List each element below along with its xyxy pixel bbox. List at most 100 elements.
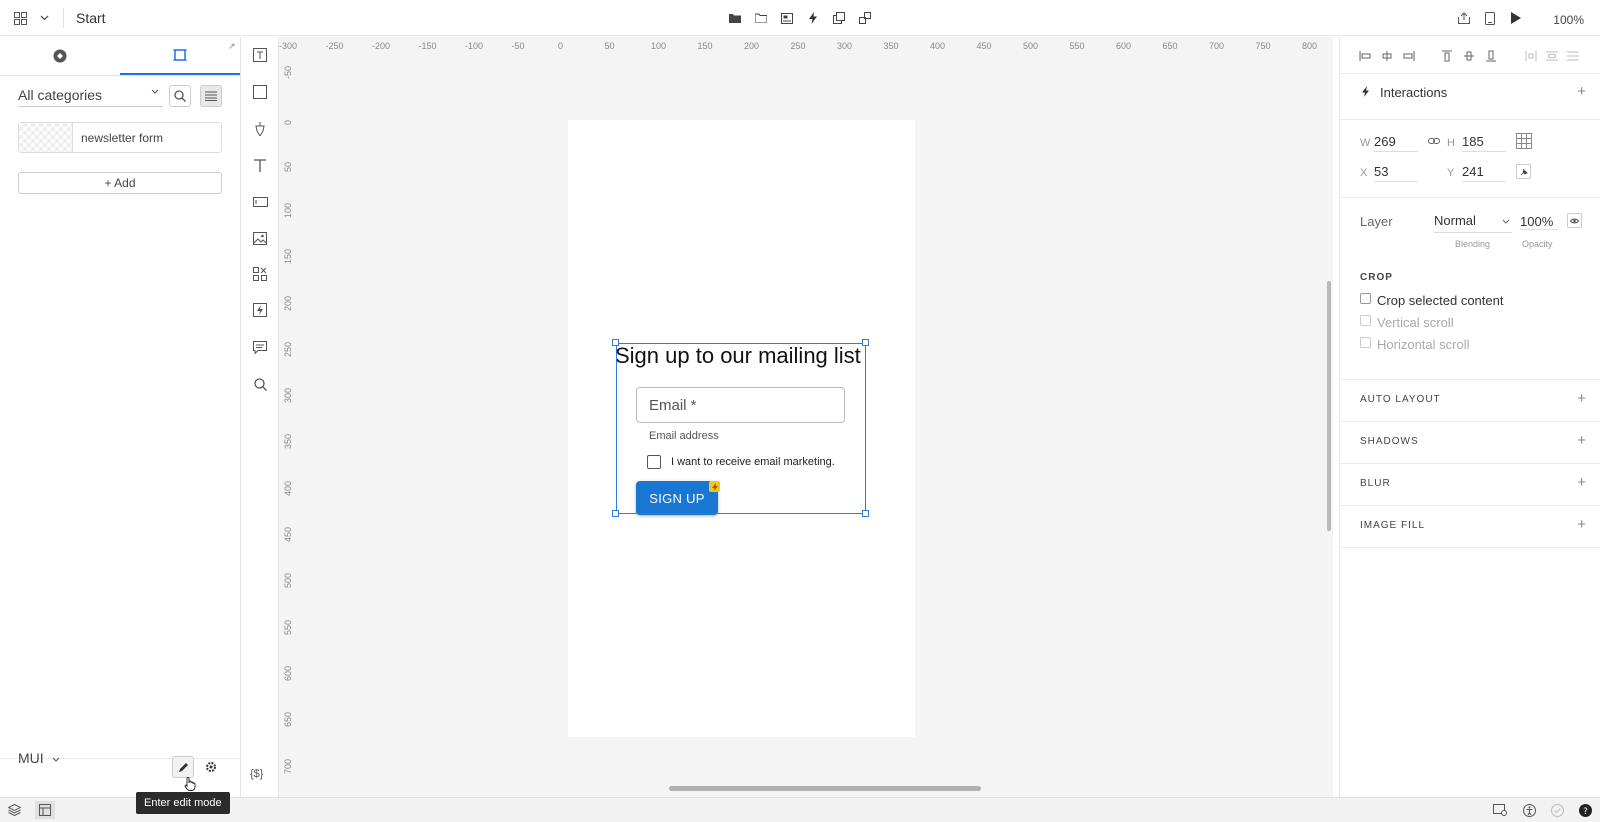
library-select[interactable]: MUI [18, 750, 60, 766]
y-input[interactable]: 241 [1462, 164, 1506, 182]
search-button[interactable] [169, 85, 191, 107]
tab-frame[interactable] [120, 37, 240, 75]
tidy-up-icon[interactable] [1566, 49, 1580, 63]
export-icon[interactable] [1456, 10, 1472, 26]
distribute-h-icon[interactable] [1524, 49, 1538, 63]
divider [63, 8, 64, 28]
shadows-section[interactable]: SHADOWS [1360, 436, 1419, 447]
input-tool-icon[interactable] [252, 194, 268, 210]
blur-section[interactable]: BLUR [1360, 478, 1391, 489]
page-title[interactable]: Start [76, 10, 106, 26]
layers-icon[interactable] [7, 803, 21, 817]
align-left-icon[interactable] [1358, 49, 1372, 63]
width-input[interactable]: 269 [1374, 134, 1418, 152]
pen-tool-icon[interactable] [252, 121, 268, 137]
rectangle-tool-icon[interactable] [252, 84, 268, 100]
distribute-v-icon[interactable] [1545, 49, 1559, 63]
check-status-icon[interactable] [1550, 803, 1564, 817]
resize-handle-sw[interactable] [612, 510, 619, 517]
ruler-tick-label: 250 [790, 41, 806, 51]
vertical-scrollbar[interactable] [1327, 281, 1331, 531]
accessibility-icon[interactable] [1522, 803, 1536, 817]
variables-button[interactable]: {$} [250, 768, 263, 780]
help-icon[interactable]: ? [1578, 803, 1592, 817]
ruler-tick-label: 0 [283, 120, 293, 126]
crop-content-checkbox[interactable] [1360, 293, 1371, 304]
ruler-tick-label: 50 [283, 161, 293, 172]
align-right-icon[interactable] [1402, 49, 1416, 63]
image-fill-section[interactable]: IMAGE FILL [1360, 520, 1425, 531]
height-input[interactable]: 185 [1462, 134, 1506, 152]
add-blur-icon[interactable]: + [1577, 474, 1586, 491]
list-view-button[interactable] [200, 85, 222, 107]
opacity-input[interactable]: 100% [1520, 214, 1558, 230]
left-panel: ↗ All categories newsletter form + Add M… [0, 37, 241, 797]
align-middle-v-icon[interactable] [1462, 49, 1476, 63]
auto-layout-section[interactable]: AUTO LAYOUT [1360, 394, 1441, 405]
copy-icon[interactable] [831, 10, 847, 26]
align-top-icon[interactable] [1440, 49, 1454, 63]
blending-caption: Blending [1455, 239, 1491, 249]
folder-icon[interactable] [727, 10, 743, 26]
text-tool-icon[interactable] [252, 157, 268, 173]
add-auto-layout-icon[interactable]: + [1577, 390, 1586, 407]
search-tool-icon[interactable] [252, 376, 268, 392]
grid-icon[interactable] [12, 10, 28, 26]
interactions-title: Interactions [1380, 85, 1448, 100]
ruler-tick-label: 650 [283, 712, 293, 728]
vertical-scroll-checkbox[interactable] [1360, 315, 1371, 326]
align-bottom-icon[interactable] [1484, 49, 1498, 63]
blending-select[interactable]: Normal [1434, 213, 1512, 233]
text-box-tool-icon[interactable] [252, 47, 268, 63]
position-lock-button[interactable] [1516, 164, 1531, 179]
eye-icon [1570, 218, 1579, 223]
ruler-tick-label: 450 [976, 41, 992, 51]
ruler-tick-label: -50 [511, 41, 525, 51]
horizontal-ruler: -300 -250 -200 -150 -100 -50 0 50 100 150 200 250 30… [279, 37, 1333, 55]
zoom-level[interactable]: 100% [1553, 13, 1584, 27]
align-center-h-icon[interactable] [1380, 49, 1394, 63]
add-shadow-icon[interactable]: + [1577, 432, 1586, 449]
canvas[interactable]: -300 -250 -200 -150 -100 -50 0 50 100 150 200 250 30… [279, 37, 1333, 797]
resize-handle-nw[interactable] [612, 339, 619, 346]
image-folder-icon[interactable] [753, 10, 769, 26]
ruler-tick-label: 600 [283, 665, 293, 681]
pages-icon[interactable] [35, 801, 55, 819]
image-tool-icon[interactable] [252, 230, 268, 246]
add-interaction-icon[interactable]: + [1577, 83, 1586, 100]
visibility-toggle[interactable] [1567, 213, 1582, 228]
component-card[interactable]: newsletter form [18, 122, 222, 153]
resize-handle-se[interactable] [862, 510, 869, 517]
edit-mode-button[interactable] [172, 756, 194, 778]
expand-icon[interactable]: ↗ [228, 41, 236, 52]
x-input[interactable]: 53 [1374, 164, 1418, 182]
chevron-down-icon[interactable] [36, 10, 52, 26]
gallery-icon[interactable] [779, 10, 795, 26]
link-icon[interactable] [857, 10, 873, 26]
library-select-value: MUI [18, 750, 44, 766]
lightning-icon[interactable] [805, 10, 821, 26]
add-button[interactable]: + Add [18, 172, 222, 194]
horizontal-scrollbar[interactable] [669, 786, 981, 791]
crop-section-title: CROP [1360, 272, 1393, 283]
ruler-tick-label: 600 [1116, 41, 1132, 51]
settings-button[interactable] [200, 756, 222, 778]
tab-components[interactable] [0, 37, 120, 75]
category-select[interactable]: All categories [18, 85, 163, 107]
interaction-tool-icon[interactable] [252, 302, 268, 318]
preview-settings-icon[interactable] [1493, 803, 1507, 817]
resize-handle-ne[interactable] [862, 339, 869, 346]
play-icon[interactable] [1508, 10, 1524, 26]
chevron-down-icon [1502, 219, 1510, 224]
pencil-icon [178, 762, 188, 772]
device-icon[interactable] [1482, 10, 1498, 26]
comment-tool-icon[interactable] [252, 339, 268, 355]
pin-icon [1520, 168, 1528, 175]
ruler-tick-label: -100 [465, 41, 484, 51]
add-image-fill-icon[interactable]: + [1577, 516, 1586, 533]
constrain-proportions-icon[interactable] [1428, 136, 1440, 146]
grid-size-icon[interactable] [1516, 133, 1532, 149]
components-tool-icon[interactable] [252, 266, 268, 282]
ruler-tick-label: -50 [283, 65, 293, 79]
horizontal-scroll-checkbox[interactable] [1360, 337, 1371, 348]
